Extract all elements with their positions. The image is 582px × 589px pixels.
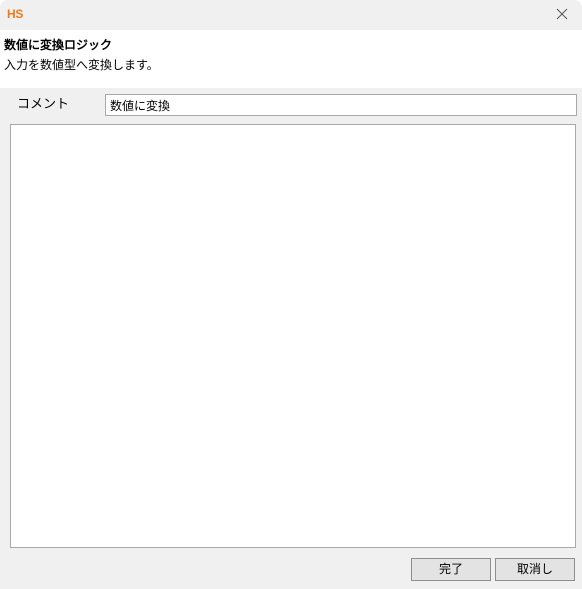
logic-content-area[interactable] <box>10 124 576 548</box>
complete-button[interactable]: 完了 <box>411 558 491 581</box>
comment-label: コメント <box>17 97 70 112</box>
close-icon <box>556 8 568 20</box>
dialog-description: 入力を数値型へ変換します。 <box>4 58 159 72</box>
close-button[interactable] <box>542 0 582 28</box>
comment-input[interactable] <box>105 94 577 116</box>
title-bar[interactable]: HS <box>0 0 582 30</box>
dialog-window: HS 数値に変換ロジック 入力を数値型へ変換します。 コメント 完了 取消し <box>0 0 582 589</box>
app-logo: HS <box>7 7 24 21</box>
dialog-header: 数値に変換ロジック 入力を数値型へ変換します。 <box>0 30 582 88</box>
dialog-title: 数値に変換ロジック <box>4 38 113 52</box>
cancel-button[interactable]: 取消し <box>495 558 575 581</box>
